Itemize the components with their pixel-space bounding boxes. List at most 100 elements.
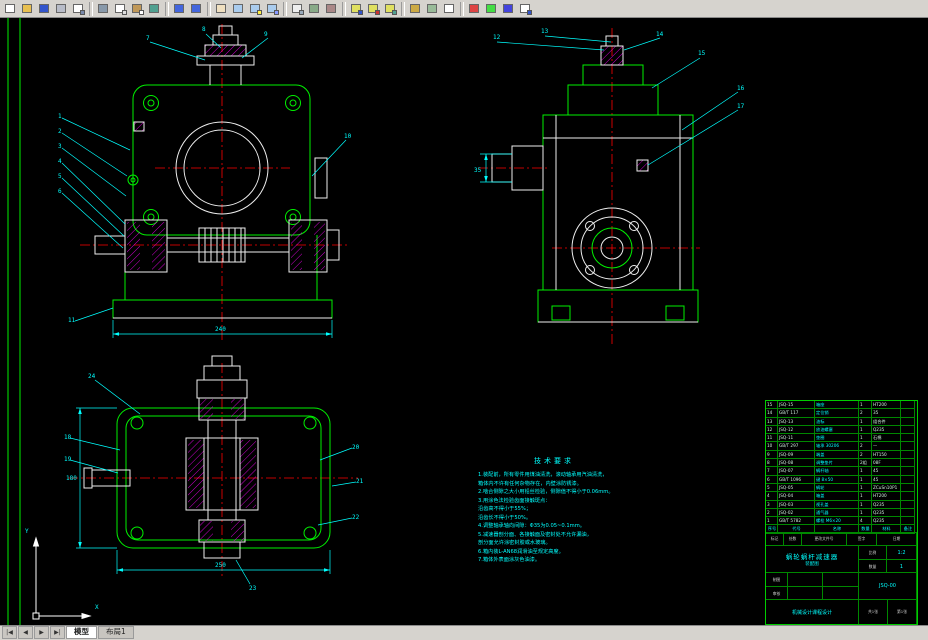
- parts-cell: 14: [766, 409, 778, 417]
- redo-icon[interactable]: [188, 1, 205, 17]
- designcenter-icon[interactable]: [306, 1, 323, 17]
- parts-cell: 油标: [815, 418, 859, 426]
- rev-label: 标记: [766, 533, 784, 545]
- parts-cell: 1: [859, 509, 872, 517]
- parts-cell: JSQ-07: [778, 467, 815, 475]
- plot-preview-icon[interactable]: [70, 1, 87, 17]
- sheet-number: 第1张: [888, 600, 917, 624]
- layout-tab-bar: |◀ ◀ ▶ ▶| 模型 布局1: [0, 625, 928, 640]
- parts-cell: 螺栓 M6×20: [815, 517, 859, 525]
- callout-label: 17: [737, 103, 745, 110]
- parts-cell: 8: [766, 459, 778, 467]
- tab-layout1[interactable]: 布局1: [98, 626, 134, 639]
- area-icon[interactable]: [424, 1, 441, 17]
- drafter-name: [788, 573, 823, 586]
- parts-cell: 1: [859, 426, 872, 434]
- toolbar-separator: [207, 2, 211, 16]
- callout-label: Y: [25, 528, 29, 535]
- parts-cell: [901, 401, 915, 409]
- parts-cell: 组合件: [872, 418, 901, 426]
- callout-label: 8: [202, 26, 206, 33]
- copy-icon[interactable]: [112, 1, 129, 17]
- drafter-label: 制图: [766, 573, 788, 586]
- parts-cell: 通气器: [815, 509, 859, 517]
- organization: 机械设计课程设计: [766, 600, 859, 624]
- ortho-icon[interactable]: [500, 1, 517, 17]
- new-file-icon[interactable]: [2, 1, 19, 17]
- parts-cell: [901, 451, 915, 459]
- parts-cell: [901, 484, 915, 492]
- parts-cell: HT200: [872, 492, 901, 500]
- parts-cell: 35: [872, 409, 901, 417]
- parts-cell: 端盖: [815, 451, 859, 459]
- callout-label: 1: [58, 113, 62, 120]
- parts-cell: 3: [766, 501, 778, 509]
- properties-icon[interactable]: [289, 1, 306, 17]
- drawing-number: JSQ-00: [859, 573, 917, 599]
- parts-cell: [901, 418, 915, 426]
- parts-cell: 4: [766, 492, 778, 500]
- tool-palettes-icon[interactable]: [323, 1, 340, 17]
- parts-cell: 1: [859, 484, 872, 492]
- tab-nav-first[interactable]: |◀: [2, 626, 17, 639]
- parts-cell: JSQ-13: [778, 418, 815, 426]
- callout-label: 14: [656, 31, 664, 38]
- technical-notes: 技术要求 1.装配前，所有零件用煤油清洗，滚动轴承用汽油清洗， 箱体内不许有任何…: [478, 456, 630, 565]
- undo-icon[interactable]: [171, 1, 188, 17]
- list-icon[interactable]: [441, 1, 458, 17]
- callout-label: 24: [88, 373, 96, 380]
- zoom-realtime-icon[interactable]: [230, 1, 247, 17]
- zoom-previous-icon[interactable]: [264, 1, 281, 17]
- parts-cell: 石棉: [872, 434, 901, 442]
- note-line: 箱体内不许有任何杂物存在，内壁涂防锈漆。: [478, 480, 630, 489]
- scale-value: 1:2: [887, 546, 917, 559]
- parts-cell: 键 8×50: [815, 476, 859, 484]
- note-line: 2.啮合侧隙之大小用铅丝检验，侧隙值不得小于0.06mm。: [478, 488, 630, 497]
- grid-icon[interactable]: [483, 1, 500, 17]
- tab-model[interactable]: 模型: [66, 626, 97, 639]
- plot-icon[interactable]: [53, 1, 70, 17]
- parts-cell: JSQ-09: [778, 451, 815, 459]
- distance-icon[interactable]: [407, 1, 424, 17]
- parts-list: 15JSQ-15箱座1HT20014GB/T 117定位销23513JSQ-13…: [766, 401, 917, 534]
- layers-icon[interactable]: [348, 1, 365, 17]
- parts-cell: 4: [859, 517, 872, 525]
- note-line: 1.装配前，所有零件用煤油清洗，滚动轴承用汽油清洗，: [478, 471, 630, 480]
- note-line: 沿齿高不得小于55%；: [478, 505, 630, 514]
- parts-cell: JSQ-03: [778, 501, 815, 509]
- make-layer-current-icon[interactable]: [382, 1, 399, 17]
- callout-label: 13: [541, 28, 549, 35]
- save-icon[interactable]: [36, 1, 53, 17]
- parts-cell: 蜗轮: [815, 484, 859, 492]
- parts-cell: 箱盖: [815, 492, 859, 500]
- notes-title: 技术要求: [478, 456, 630, 466]
- parts-cell: [901, 492, 915, 500]
- paste-icon[interactable]: [129, 1, 146, 17]
- open-file-icon[interactable]: [19, 1, 36, 17]
- parts-cell: 6: [766, 476, 778, 484]
- match-properties-icon[interactable]: [146, 1, 163, 17]
- tab-nav-prev[interactable]: ◀: [18, 626, 33, 639]
- note-line: 3.用涂色法检验齿面接触斑点：: [478, 497, 630, 506]
- parts-cell: GB/T 297: [778, 442, 815, 450]
- parts-cell: 2: [859, 451, 872, 459]
- parts-cell: 45: [872, 476, 901, 484]
- parts-cell: [901, 459, 915, 467]
- callout-label: 20: [352, 444, 360, 451]
- parts-cell: 2组: [859, 459, 872, 467]
- help-icon[interactable]: [517, 1, 534, 17]
- layer-properties-icon[interactable]: [365, 1, 382, 17]
- qty-value: 1: [887, 560, 917, 573]
- cut-icon[interactable]: [95, 1, 112, 17]
- osnap-icon[interactable]: [466, 1, 483, 17]
- tab-nav-last[interactable]: ▶|: [50, 626, 65, 639]
- parts-cell: 视孔盖: [815, 501, 859, 509]
- tab-nav-next[interactable]: ▶: [34, 626, 49, 639]
- zoom-window-icon[interactable]: [247, 1, 264, 17]
- qty-label: 数量: [859, 560, 887, 573]
- parts-cell: GB/T 1096: [778, 476, 815, 484]
- pan-icon[interactable]: [213, 1, 230, 17]
- parts-cell: JSQ-05: [778, 484, 815, 492]
- drawing-area[interactable]: 1234567891011240121314151617351819202122…: [0, 18, 928, 625]
- toolbar: [0, 0, 928, 18]
